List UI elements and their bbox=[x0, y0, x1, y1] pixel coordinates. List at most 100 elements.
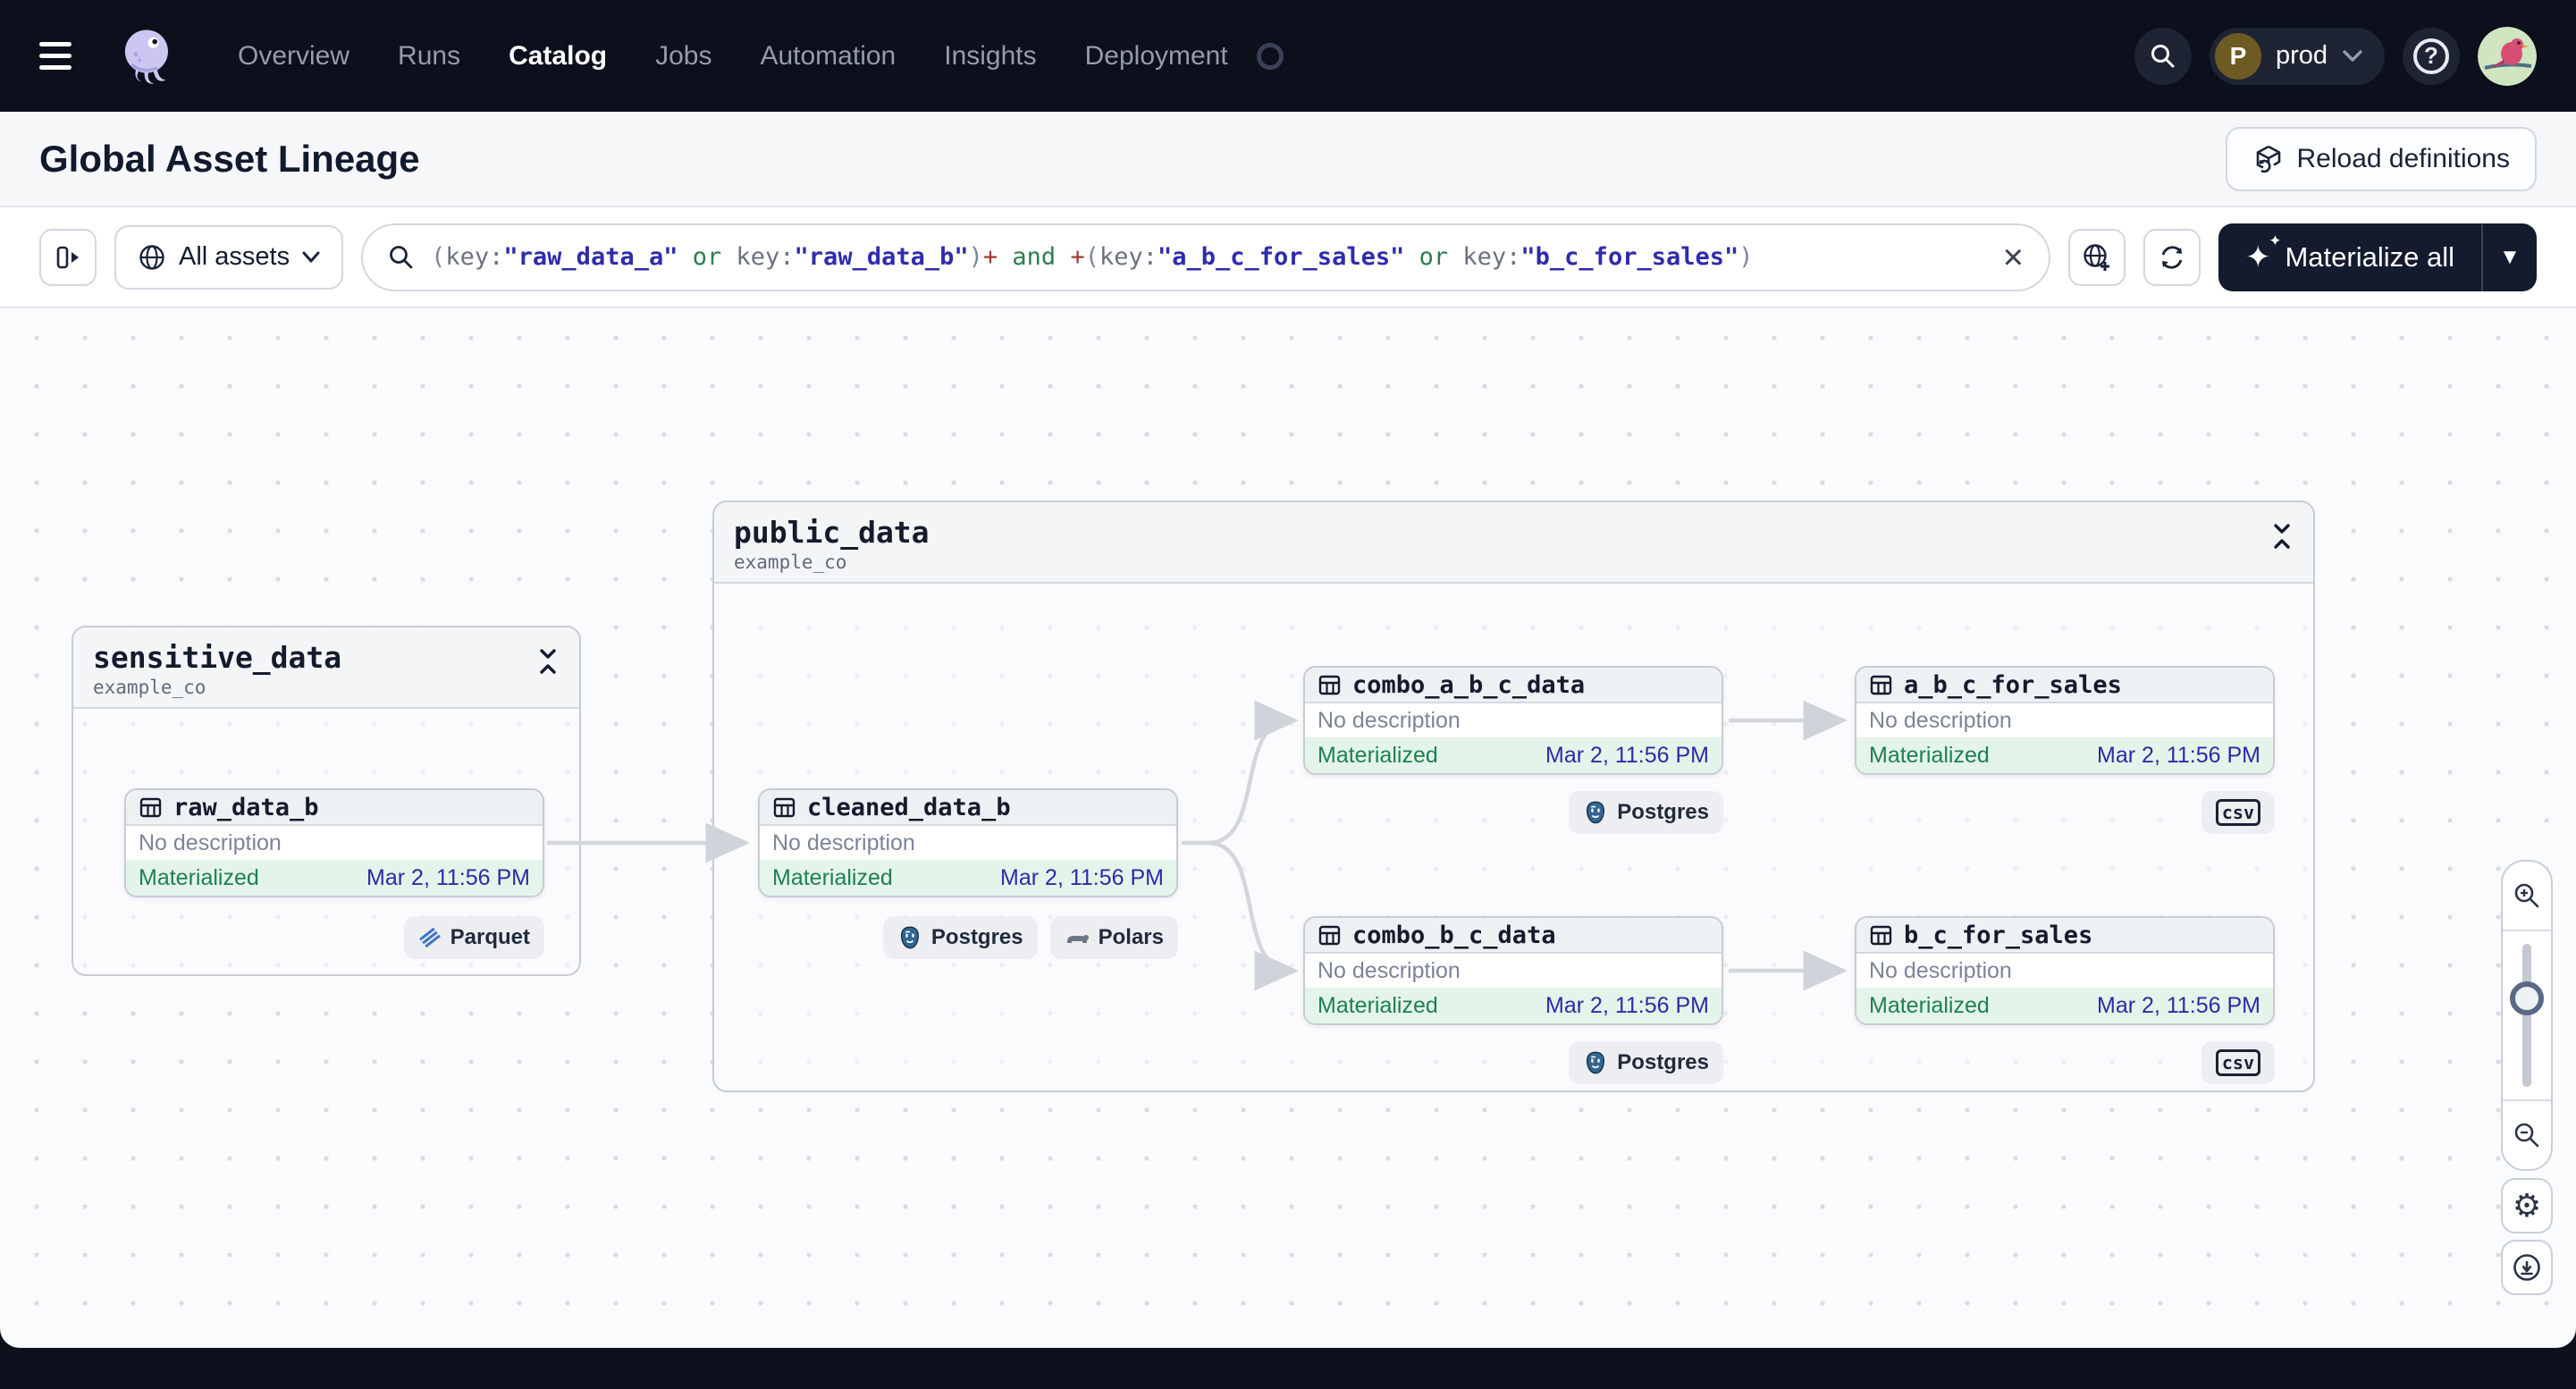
kind-badge-polars[interactable]: Polars bbox=[1049, 916, 1178, 959]
table-icon bbox=[1318, 675, 1341, 694]
asset-description: No description bbox=[1869, 707, 2012, 733]
badge-row: Parquet bbox=[124, 916, 544, 959]
materialized-timestamp: Mar 2, 11:56 PM bbox=[2097, 742, 2260, 768]
asset-lineage-canvas[interactable]: sensitive_data example_co public_data ex… bbox=[0, 308, 2576, 1348]
badge-row: csv bbox=[1855, 791, 2275, 834]
nav-item-automation[interactable]: Automation bbox=[760, 41, 896, 72]
settings-gear-icon: ⚙ bbox=[2512, 1187, 2542, 1224]
asset-name: b_c_for_sales bbox=[1904, 921, 2093, 949]
user-avatar[interactable] bbox=[2478, 26, 2537, 86]
zoom-in-button[interactable] bbox=[2503, 862, 2551, 930]
badge-row: Postgres Polars bbox=[758, 916, 1178, 959]
environment-switcher[interactable]: P prod bbox=[2209, 27, 2385, 85]
asset-name: raw_data_b bbox=[173, 793, 319, 821]
zoom-control-panel bbox=[2501, 860, 2553, 1171]
materialized-timestamp: Mar 2, 11:56 PM bbox=[366, 864, 530, 890]
nav-item-runs[interactable]: Runs bbox=[398, 41, 460, 72]
chevron-down-icon bbox=[302, 251, 320, 262]
panel-expand-icon bbox=[56, 246, 79, 268]
kind-badge-parquet[interactable]: Parquet bbox=[403, 916, 544, 959]
materialize-options-caret[interactable]: ▼ bbox=[2481, 223, 2537, 291]
table-icon bbox=[1318, 925, 1341, 945]
asset-description: No description bbox=[772, 829, 915, 855]
view-all-assets-button[interactable] bbox=[2067, 228, 2126, 286]
graph-settings-button[interactable]: ⚙ bbox=[2501, 1178, 2553, 1233]
zoom-slider-thumb[interactable] bbox=[2510, 981, 2544, 1016]
reload-cube-icon bbox=[2256, 145, 2280, 173]
asset-node-combo-b-c-data[interactable]: combo_b_c_data No description Materializ… bbox=[1303, 916, 1723, 1025]
asset-node-cleaned-data-b[interactable]: cleaned_data_b No description Materializ… bbox=[758, 788, 1178, 897]
environment-initial-badge: P bbox=[2214, 32, 2261, 80]
badge-row: csv bbox=[1855, 1041, 2275, 1084]
global-search-button[interactable] bbox=[2134, 27, 2192, 85]
nav-item-jobs[interactable]: Jobs bbox=[655, 41, 711, 72]
asset-description: No description bbox=[1317, 957, 1461, 983]
asset-name: a_b_c_for_sales bbox=[1904, 670, 2122, 699]
help-button[interactable]: ? bbox=[2403, 27, 2460, 85]
collapse-panel-button[interactable] bbox=[39, 228, 97, 286]
postgres-icon bbox=[900, 926, 919, 949]
kind-badge-csv[interactable]: csv bbox=[2201, 791, 2275, 834]
asset-description: No description bbox=[1869, 957, 2012, 983]
reload-definitions-button[interactable]: Reload definitions bbox=[2225, 126, 2537, 191]
page-header: Global Asset Lineage Reload definitions bbox=[0, 112, 2576, 207]
badge-row: Postgres bbox=[1303, 1041, 1723, 1084]
materialize-all-label: Materialize all bbox=[2285, 240, 2454, 273]
materialize-all-button[interactable]: ✦ ✦ Materialize all bbox=[2218, 223, 2481, 291]
dagster-logo-icon[interactable] bbox=[116, 25, 179, 88]
polars-icon bbox=[1066, 935, 1089, 943]
primary-nav: Overview Runs Catalog Jobs Automation In… bbox=[238, 41, 1228, 72]
asset-filter-dropdown[interactable]: All assets bbox=[114, 224, 344, 290]
asset-name: combo_a_b_c_data bbox=[1352, 670, 1586, 699]
kind-badge-csv[interactable]: csv bbox=[2201, 1041, 2275, 1084]
materialize-all-split-button: ✦ ✦ Materialize all ▼ bbox=[2218, 223, 2537, 291]
refresh-icon bbox=[2161, 245, 2183, 269]
materialized-status: Materialized bbox=[1869, 742, 1990, 768]
materialized-status: Materialized bbox=[139, 864, 259, 890]
nav-item-catalog[interactable]: Catalog bbox=[509, 41, 607, 72]
group-header: public_data example_co bbox=[714, 502, 2313, 584]
zoom-out-button[interactable] bbox=[2503, 1101, 2551, 1169]
download-image-button[interactable] bbox=[2501, 1240, 2553, 1295]
reload-definitions-label: Reload definitions bbox=[2296, 143, 2511, 173]
asset-description: No description bbox=[1317, 707, 1461, 733]
table-icon bbox=[773, 797, 796, 817]
bird-avatar-image bbox=[2478, 26, 2537, 86]
csv-icon: csv bbox=[2215, 1049, 2260, 1076]
collapse-group-icon[interactable] bbox=[536, 640, 560, 698]
zoom-slider[interactable] bbox=[2503, 930, 2551, 1101]
asset-node-a-b-c-for-sales[interactable]: a_b_c_for_sales No description Materiali… bbox=[1855, 666, 2275, 775]
group-title: sensitive_data bbox=[93, 640, 342, 675]
kind-badge-postgres[interactable]: Postgres bbox=[1569, 1041, 1723, 1084]
materialized-timestamp: Mar 2, 11:56 PM bbox=[1545, 742, 1709, 768]
nav-item-overview[interactable]: Overview bbox=[238, 41, 349, 72]
asset-node-raw-data-b[interactable]: raw_data_b No description Materialized M… bbox=[124, 788, 544, 897]
asset-node-b-c-for-sales[interactable]: b_c_for_sales No description Materialize… bbox=[1855, 916, 2275, 1025]
clear-search-icon[interactable]: × bbox=[2003, 240, 2024, 275]
search-icon bbox=[390, 245, 413, 268]
kind-badge-postgres[interactable]: Postgres bbox=[882, 916, 1038, 959]
search-icon bbox=[2151, 44, 2175, 67]
group-subtitle: example_co bbox=[734, 551, 847, 573]
refresh-button[interactable] bbox=[2142, 228, 2201, 286]
materialized-status: Materialized bbox=[1317, 992, 1438, 1018]
table-icon bbox=[139, 797, 162, 817]
materialized-timestamp: Mar 2, 11:56 PM bbox=[1000, 864, 1164, 890]
nav-item-deployment[interactable]: Deployment bbox=[1085, 41, 1228, 72]
materialized-status: Materialized bbox=[772, 864, 893, 890]
lineage-toolbar: All assets (key:"raw_data_a" or key:"raw… bbox=[0, 207, 2576, 308]
help-icon: ? bbox=[2413, 38, 2449, 74]
asset-node-combo-a-b-c-data[interactable]: combo_a_b_c_data No description Material… bbox=[1303, 666, 1723, 775]
asset-name: cleaned_data_b bbox=[807, 793, 1011, 821]
kind-badge-postgres[interactable]: Postgres bbox=[1569, 791, 1723, 834]
asset-filter-label: All assets bbox=[179, 242, 290, 271]
chevron-down-icon bbox=[2343, 49, 2362, 62]
hamburger-menu-icon[interactable] bbox=[39, 36, 80, 77]
search-query-text[interactable]: (key:"raw_data_a" or key:"raw_data_b")+ … bbox=[431, 243, 1987, 271]
nav-item-insights[interactable]: Insights bbox=[944, 41, 1036, 72]
table-icon bbox=[1870, 675, 1892, 694]
asset-search-input[interactable]: (key:"raw_data_a" or key:"raw_data_b")+ … bbox=[361, 223, 2050, 291]
download-icon bbox=[2513, 1254, 2540, 1281]
collapse-group-icon[interactable] bbox=[2270, 515, 2294, 573]
asset-name: combo_b_c_data bbox=[1352, 921, 1556, 949]
